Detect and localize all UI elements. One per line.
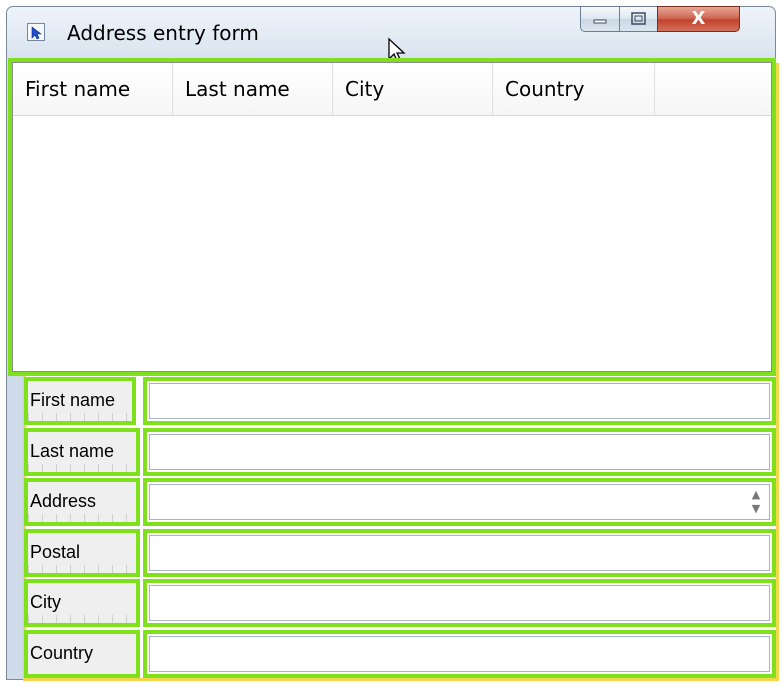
label-first-name-text: First name: [30, 390, 116, 410]
city-input[interactable]: [149, 585, 770, 621]
column-header-first-name[interactable]: First name: [13, 63, 173, 115]
column-header-last-name[interactable]: Last name: [173, 63, 333, 115]
close-button[interactable]: X: [657, 6, 740, 32]
label-postal-text: Postal: [30, 542, 81, 562]
label-address: Address: [24, 478, 140, 526]
column-header-country[interactable]: Country: [493, 63, 655, 115]
scroll-down-icon[interactable]: ▼: [746, 502, 766, 516]
country-input[interactable]: [149, 636, 770, 672]
city-field[interactable]: [143, 579, 776, 627]
first-name-field[interactable]: [143, 377, 776, 425]
address-input[interactable]: [149, 484, 770, 520]
label-divider: [28, 615, 136, 623]
label-first-name: First name: [24, 377, 136, 425]
label-divider: [28, 565, 136, 573]
scroll-up-icon[interactable]: ▲: [746, 488, 766, 502]
label-divider: [28, 413, 132, 421]
label-divider: [28, 464, 136, 472]
label-last-name: Last name: [24, 428, 140, 476]
app-icon[interactable]: [27, 23, 45, 41]
column-header-city[interactable]: City: [333, 63, 493, 115]
window-title: Address entry form: [67, 21, 259, 45]
label-country: Country: [24, 630, 140, 678]
minimize-button[interactable]: [580, 6, 620, 32]
first-name-input[interactable]: [149, 383, 770, 419]
label-postal: Postal: [24, 529, 140, 577]
address-grid[interactable]: First name Last name City Country: [8, 58, 776, 376]
postal-input[interactable]: [149, 535, 770, 571]
label-divider: [28, 514, 136, 522]
minimize-icon: [593, 19, 607, 24]
postal-field[interactable]: [143, 529, 776, 577]
grid-header: First name Last name City Country: [13, 63, 771, 116]
last-name-input[interactable]: [149, 434, 770, 470]
address-grid-body[interactable]: First name Last name City Country: [12, 62, 772, 372]
maximize-button[interactable]: [619, 6, 658, 32]
address-scroll-arrows[interactable]: ▲ ▼: [746, 488, 766, 520]
country-field[interactable]: [143, 630, 776, 678]
label-last-name-text: Last name: [30, 441, 115, 461]
close-icon: X: [691, 8, 706, 29]
label-address-text: Address: [30, 491, 97, 511]
maximize-icon: [631, 12, 646, 25]
label-city: City: [24, 579, 140, 627]
last-name-field[interactable]: [143, 428, 776, 476]
column-header-filler: [655, 63, 773, 115]
label-country-text: Country: [30, 643, 94, 663]
label-city-text: City: [30, 592, 61, 612]
title-bar[interactable]: Address entry form X: [7, 6, 775, 64]
address-field[interactable]: ▲ ▼: [143, 478, 776, 526]
